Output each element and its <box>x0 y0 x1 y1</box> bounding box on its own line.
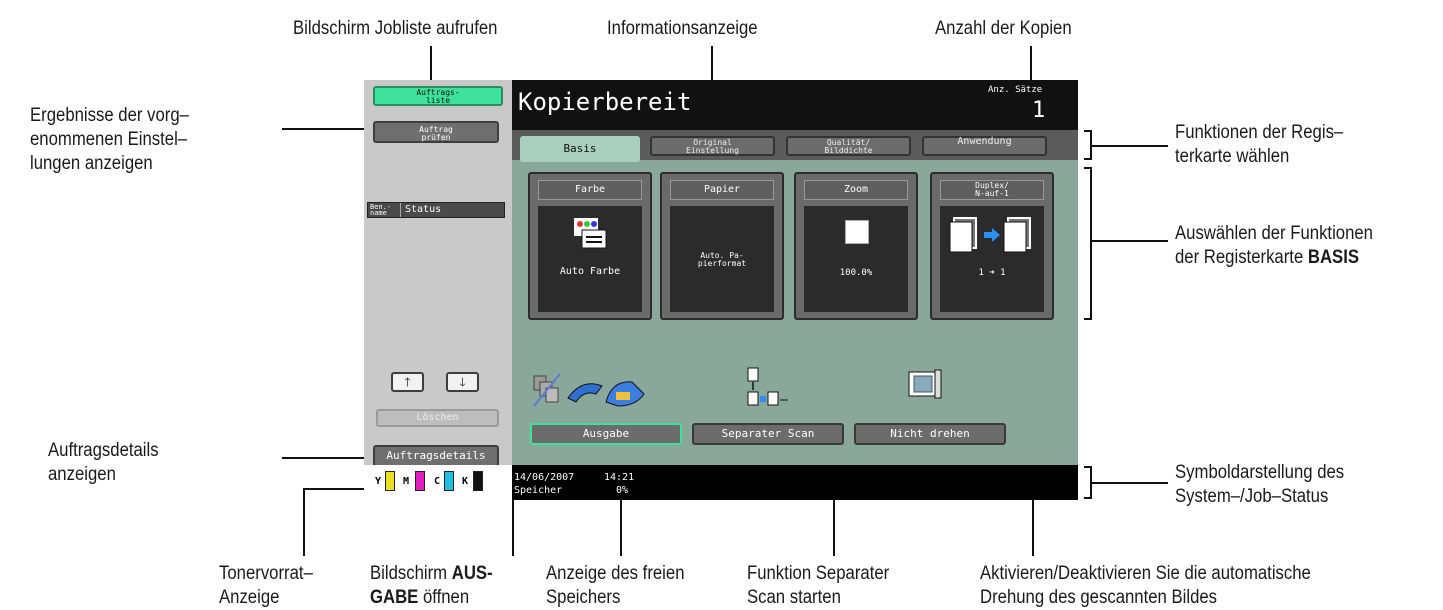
check-job-button[interactable]: Auftrag prüfen <box>373 121 499 143</box>
status-time: 14:21 <box>604 472 635 483</box>
tile-paper-value: Auto. Pa- pierformat <box>697 251 747 268</box>
annotation-copies: Anzahl der Kopien <box>935 18 1072 39</box>
separate-scan-button[interactable]: Separater Scan <box>692 423 844 445</box>
job-list-header: Ben.- name Status <box>367 202 505 218</box>
leader-info <box>711 46 713 82</box>
annotation-tabs: Funktionen der Regis– terkarte wählen <box>1175 122 1344 167</box>
output-icon <box>533 373 645 407</box>
tile-zoom-title: Zoom <box>804 180 908 200</box>
job-details-button[interactable]: Auftragsdetails <box>373 445 499 467</box>
sets-value: 1 <box>1032 98 1046 123</box>
leader-details <box>282 457 374 459</box>
tile-color-value: Auto Farbe <box>559 266 621 277</box>
tile-color[interactable]: Farbe Auto Farbe <box>528 172 652 320</box>
annotation-memory: Anzeige des freien Speichers <box>546 563 685 608</box>
leader-results <box>282 128 370 130</box>
annotation-toner: Tonervorrat– Anzeige <box>219 563 313 608</box>
tab-basis[interactable]: Basis <box>520 136 640 162</box>
annotation-symbol: Symboldarstellung des System–/Job–Status <box>1175 462 1345 507</box>
tab-application[interactable]: Anwendung <box>922 136 1047 156</box>
status-bar: 14/06/2007 14:21 Speicher 0% <box>512 465 1078 500</box>
tile-duplex[interactable]: Duplex/ N-auf-1 1 ➜ 1 <box>930 172 1054 320</box>
output-button[interactable]: Ausgabe <box>530 423 682 445</box>
tab-quality-density[interactable]: Qualität/ Bilddichte <box>786 136 911 156</box>
rotation-icon <box>908 369 942 399</box>
scroll-up-button[interactable]: 🡑 <box>391 372 424 392</box>
tab-bar: Basis Original Einstellung Qualität/ Bil… <box>512 130 1078 162</box>
annotation-results: Ergebnisse der vorg– enommenen Einstel– … <box>30 105 189 174</box>
delete-button[interactable]: Löschen <box>376 409 499 427</box>
sets-label: Anz. Sätze <box>988 85 1043 95</box>
annotation-info: Informationsanzeige <box>607 18 758 39</box>
memory-label: Speicher <box>514 485 563 496</box>
bracket-basis <box>1090 167 1092 320</box>
memory-value: 0% <box>616 485 629 496</box>
scroll-down-button[interactable]: 🡓 <box>446 372 479 392</box>
tile-color-title: Farbe <box>538 180 642 200</box>
tile-duplex-title: Duplex/ N-auf-1 <box>940 180 1044 200</box>
annotation-details: Auftragsdetails anzeigen <box>48 440 159 485</box>
column-name: Ben.- name <box>370 203 392 217</box>
column-status: Status <box>405 204 442 215</box>
toner-c-bar <box>444 471 454 491</box>
annotation-basis: Auswählen der Funktionen der Registerkar… <box>1175 223 1373 268</box>
duplex-icon <box>949 217 1031 253</box>
joblist-button[interactable]: Auftrags- liste <box>373 86 503 106</box>
tile-paper[interactable]: Papier Auto. Pa- pierformat <box>660 172 784 320</box>
toner-k-bar <box>473 471 483 491</box>
leader-memory <box>620 494 622 556</box>
toner-c-label: C <box>434 476 441 487</box>
annotation-ausgabe: Bildschirm AUS- GABE öffnen <box>370 563 493 608</box>
toner-k-label: K <box>462 476 469 487</box>
zoom-icon <box>845 220 869 244</box>
toner-m-bar <box>415 471 425 491</box>
job-sidebar: Auftrags- liste Auftrag prüfen Ben.- nam… <box>364 80 512 500</box>
toner-y-label: Y <box>375 476 382 487</box>
separate-scan-icon <box>747 367 788 406</box>
tab-original-settings[interactable]: Original Einstellung <box>650 136 775 156</box>
leader-toner <box>303 488 371 490</box>
no-rotate-button[interactable]: Nicht drehen <box>854 423 1006 445</box>
tile-zoom[interactable]: Zoom 100.0% <box>794 172 918 320</box>
annotation-joblist: Bildschirm Jobliste aufrufen <box>293 18 498 39</box>
main-panel: Kopierbereit Anz. Sätze 1 Basis Original… <box>512 80 1078 500</box>
info-bar: Kopierbereit Anz. Sätze 1 <box>512 80 1078 130</box>
tile-duplex-value: 1 ➜ 1 <box>978 268 1006 278</box>
tile-zoom-value: 100.0% <box>839 268 873 278</box>
leader-copies <box>1030 46 1032 82</box>
annotation-separate: Funktion Separater Scan starten <box>747 563 890 608</box>
control-panel-screen: Auftrags- liste Auftrag prüfen Ben.- nam… <box>364 80 1078 500</box>
toner-m-label: M <box>403 476 410 487</box>
tile-paper-title: Papier <box>670 180 774 200</box>
toner-y-bar <box>385 471 395 491</box>
toner-indicator: Y M C K <box>364 465 512 500</box>
annotation-rotate: Aktivieren/Deaktivieren Sie die automati… <box>980 563 1311 608</box>
status-title: Kopierbereit <box>518 88 692 116</box>
color-icon <box>574 218 607 249</box>
leader-joblist <box>430 46 432 84</box>
status-date: 14/06/2007 <box>514 472 575 483</box>
